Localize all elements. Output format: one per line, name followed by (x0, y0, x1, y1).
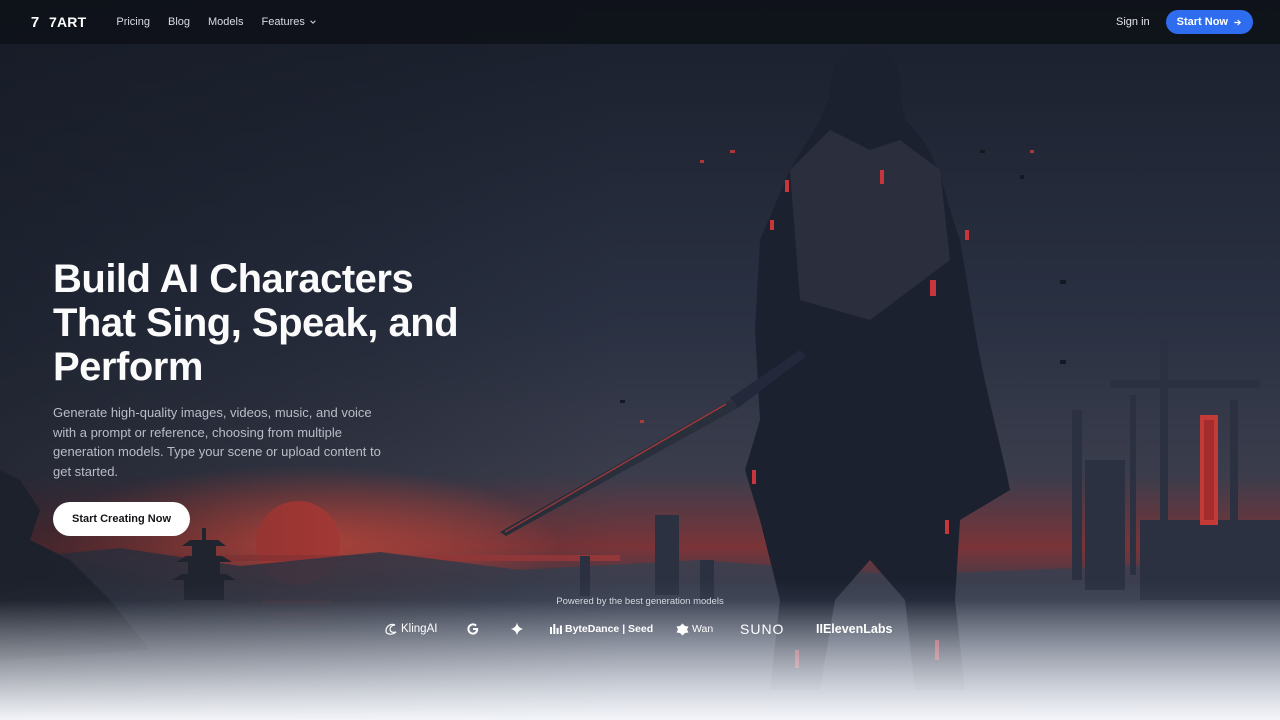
elevenlabs-logo: IIElevenLabs (816, 622, 900, 636)
bottom-fade-overlay (0, 600, 1280, 720)
nav-link-features[interactable]: Features (261, 16, 316, 28)
nav-link-models[interactable]: Models (208, 16, 243, 28)
top-navigation-bar: 7 7ART Pricing Blog Models Features Sign… (0, 0, 1280, 44)
sign-in-link[interactable]: Sign in (1116, 16, 1150, 28)
wan-logo: Wan (676, 623, 740, 636)
hero-title-line: Perform (53, 345, 203, 389)
nav-link-features-label: Features (261, 16, 305, 28)
brand-logo[interactable]: 7 7ART (27, 13, 87, 31)
bytedance-seed-logo: ByteDance | Seed (550, 623, 676, 635)
start-now-button[interactable]: Start Now (1165, 10, 1253, 34)
main-nav: Pricing Blog Models Features (116, 16, 335, 28)
wan-label: Wan (692, 623, 714, 635)
wan-icon (676, 623, 689, 635)
google-icon (467, 623, 479, 635)
hero-description: Generate high-quality images, videos, mu… (53, 405, 381, 479)
nav-link-blog[interactable]: Blog (168, 16, 190, 28)
powered-by-caption: Powered by the best generation models (556, 596, 724, 607)
start-creating-button[interactable]: Start Creating Now (53, 502, 191, 536)
bytedance-seed-label: ByteDance | Seed (565, 623, 654, 635)
partner-logo-strip: KlingAI ByteDance | Seed Wan SUNO IIElev… (384, 620, 900, 638)
elevenlabs-wordmark: IIElevenLabs (816, 622, 893, 636)
brand-mark-icon: 7 (30, 13, 40, 31)
gemini-logo (510, 622, 550, 636)
nav-link-pricing[interactable]: Pricing (116, 16, 150, 28)
arrow-right-icon (1234, 19, 1242, 25)
gemini-sparkle-icon (510, 622, 524, 636)
klingai-logo: KlingAI (384, 622, 466, 636)
chevron-down-icon (310, 20, 316, 24)
start-now-label: Start Now (1176, 16, 1228, 28)
brand-name: 7ART (49, 14, 87, 30)
hero-title-line: That Sing, Speak, and (53, 301, 459, 345)
bytedance-icon (550, 624, 562, 634)
suno-wordmark: SUNO (740, 621, 785, 637)
klingai-label: KlingAI (401, 623, 438, 635)
hero-title: Build AI Characters That Sing, Speak, an… (53, 257, 523, 389)
hero-title-line: Build AI Characters (53, 257, 414, 301)
kling-icon (385, 623, 397, 635)
suno-logo: SUNO (740, 621, 816, 637)
google-logo (466, 622, 510, 636)
